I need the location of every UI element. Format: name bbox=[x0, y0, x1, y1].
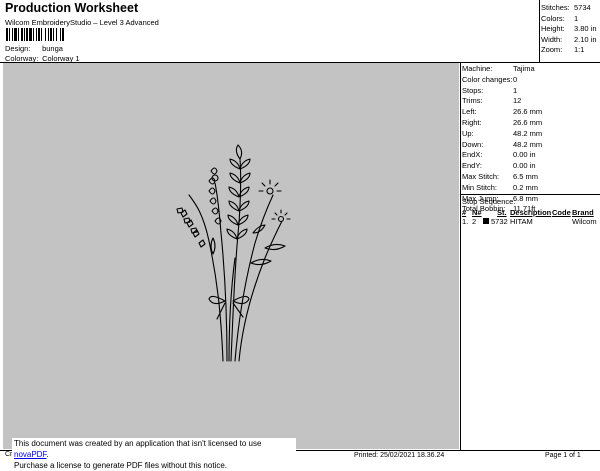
stop-sequence-title: Stop Sequence: bbox=[462, 197, 516, 206]
info-value: 26.6 mm bbox=[513, 117, 543, 127]
info-row: Down: 48.2 mm bbox=[462, 140, 542, 151]
info-label: Right: bbox=[462, 117, 482, 127]
printed-timestamp: Printed: 25/02/2021 18.36.24 bbox=[354, 452, 445, 459]
info-value: 0 bbox=[513, 74, 518, 84]
stat-label: Height: bbox=[541, 24, 565, 34]
info-value: 0.00 in bbox=[513, 150, 536, 160]
info-label: Down: bbox=[462, 139, 484, 149]
page-title: Production Worksheet bbox=[5, 1, 139, 15]
stats-divider bbox=[539, 0, 540, 63]
info-label: Left: bbox=[462, 107, 477, 117]
stat-label: Stitches: bbox=[541, 3, 570, 12]
col-code: Code bbox=[552, 208, 571, 217]
info-row: Up: 48.2 mm bbox=[462, 129, 542, 140]
info-value: 26.6 mm bbox=[513, 107, 543, 117]
info-label: EndX: bbox=[462, 150, 483, 160]
stat-row: Zoom: 1:1 bbox=[541, 45, 597, 56]
col-num: # bbox=[462, 208, 467, 217]
notice-text: This document was created by an applicat… bbox=[14, 439, 262, 448]
col-st: St. bbox=[497, 208, 507, 217]
flower-bouquet-embroidery bbox=[176, 144, 291, 362]
stat-value: 1:1 bbox=[574, 45, 585, 55]
stat-label: Width: bbox=[541, 34, 563, 44]
row-n: 2 bbox=[472, 217, 477, 226]
stat-value: 3.80 in bbox=[574, 24, 597, 34]
row-brand: Wilcom bbox=[572, 217, 597, 226]
stat-row: Width: 2.10 in bbox=[541, 35, 597, 46]
design-row: Design: bunga bbox=[5, 44, 63, 53]
info-value: 48.2 mm bbox=[513, 139, 543, 149]
info-row: Trims: 12 bbox=[462, 96, 542, 107]
col-description: Description bbox=[510, 208, 552, 217]
row-st: 5732 bbox=[491, 217, 508, 226]
software-subtitle: Wilcom EmbroideryStudio – Level 3 Advanc… bbox=[5, 18, 159, 27]
info-row: EndY: 0.00 in bbox=[462, 161, 542, 172]
stat-value: 5734 bbox=[574, 3, 591, 12]
info-label: Up: bbox=[462, 128, 474, 138]
design-value: bunga bbox=[42, 44, 63, 53]
machine-info: Machine: Tajima Color changes:0 Stops: 1 Trim… bbox=[462, 64, 542, 215]
row-num: 1. bbox=[462, 217, 469, 226]
info-row: Left: 26.6 mm bbox=[462, 107, 542, 118]
info-row: Right: 26.6 mm bbox=[462, 118, 542, 129]
info-value: 1 bbox=[513, 85, 518, 95]
col-brand: Brand bbox=[572, 208, 594, 217]
info-value: 0.00 in bbox=[513, 161, 536, 171]
stat-row: Stitches: 5734 bbox=[541, 3, 597, 14]
info-row: Color changes:0 bbox=[462, 75, 542, 86]
info-label: Stops: bbox=[462, 85, 484, 95]
stat-value: 2.10 in bbox=[574, 34, 597, 44]
info-value: 0.2 mm bbox=[513, 182, 539, 192]
info-value: Tajima bbox=[513, 64, 535, 73]
barcode bbox=[6, 28, 64, 41]
info-row: EndX: 0.00 in bbox=[462, 150, 542, 161]
info-label: Color changes: bbox=[462, 74, 513, 84]
info-row: Max Stitch: 6.5 mm bbox=[462, 172, 542, 183]
stat-label: Zoom: bbox=[541, 45, 563, 55]
stat-row: Colors: 1 bbox=[541, 14, 597, 25]
stat-value: 1 bbox=[574, 13, 579, 23]
page-number: Page 1 of 1 bbox=[545, 452, 581, 459]
info-row: Stops: 1 bbox=[462, 86, 542, 97]
preview-divider bbox=[460, 62, 461, 451]
novapdf-link[interactable]: novaPDF bbox=[14, 450, 46, 459]
info-label: EndY: bbox=[462, 161, 483, 171]
info-label: Trims: bbox=[462, 96, 483, 106]
row-description: HITAM bbox=[510, 217, 533, 226]
notice-line-1: This document was created by an applicat… bbox=[14, 438, 296, 460]
design-label: Design: bbox=[5, 44, 31, 53]
info-value: 48.2 mm bbox=[513, 128, 543, 138]
info-label: Min Stitch: bbox=[462, 182, 498, 192]
info-value: 12 bbox=[513, 96, 522, 106]
info-row: Min Stitch: 0.2 mm bbox=[462, 183, 542, 194]
notice-line-2: Purchase a license to generate PDF files… bbox=[14, 461, 227, 470]
stat-row: Height: 3.80 in bbox=[541, 24, 597, 35]
info-row: Machine: Tajima bbox=[462, 64, 542, 75]
info-label: Machine: bbox=[462, 64, 493, 73]
stat-label: Colors: bbox=[541, 13, 565, 23]
design-preview bbox=[3, 63, 459, 449]
info-label: Max Stitch: bbox=[462, 171, 500, 181]
info-value: 6.8 mm bbox=[513, 193, 539, 203]
notice-period: . bbox=[46, 450, 49, 459]
info-value: 6.5 mm bbox=[513, 171, 539, 181]
stats-box: Stitches: 5734 Colors: 1 Height: 3.80 in Wi… bbox=[541, 3, 597, 56]
col-n: N# bbox=[472, 208, 482, 217]
license-notice: This document was created by an applicat… bbox=[12, 438, 296, 470]
